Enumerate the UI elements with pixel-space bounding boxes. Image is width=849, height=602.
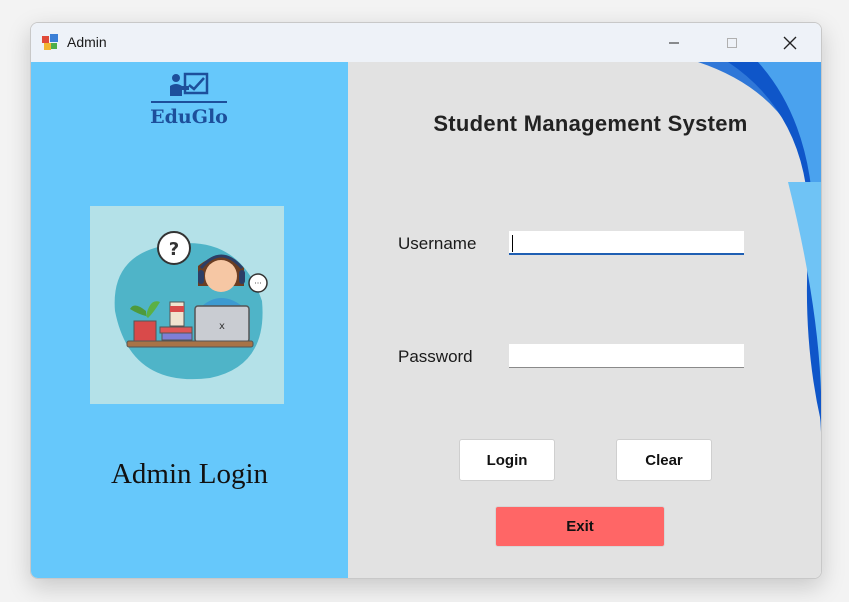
- clear-button[interactable]: Clear: [616, 439, 712, 481]
- blue-swoosh-decoration: [698, 62, 821, 432]
- username-label: Username: [398, 234, 477, 253]
- svg-text:···: ···: [254, 279, 262, 288]
- maximize-button[interactable]: [709, 23, 755, 62]
- svg-text:?: ?: [169, 239, 179, 260]
- text-cursor: [512, 235, 513, 252]
- close-button[interactable]: [767, 23, 813, 62]
- logo-text: EduGlo: [150, 106, 228, 128]
- page-title: Student Management System: [433, 111, 748, 136]
- title-bar: Admin: [31, 23, 821, 62]
- password-label: Password: [398, 347, 473, 366]
- login-window: Admin EduGlo ? ··· x Admin Login Student…: [30, 22, 822, 579]
- sidebar-panel: EduGlo ? ··· x Admin Login: [31, 62, 348, 578]
- admin-login-caption: Admin Login: [110, 458, 269, 490]
- exit-button[interactable]: Exit: [495, 506, 665, 547]
- window-title: Admin: [67, 34, 107, 50]
- maximize-icon: [727, 37, 737, 48]
- app-icon: [42, 34, 58, 50]
- username-input[interactable]: [509, 231, 744, 255]
- minimize-icon: [669, 42, 679, 43]
- password-input[interactable]: [509, 344, 744, 368]
- minimize-button[interactable]: [651, 23, 697, 62]
- close-icon: [783, 36, 797, 49]
- svg-text:x: x: [219, 321, 225, 332]
- support-agent-illustration: ? ··· x: [90, 206, 284, 404]
- login-form-panel: Student Management System Username Passw…: [348, 62, 821, 578]
- login-button[interactable]: Login: [459, 439, 555, 481]
